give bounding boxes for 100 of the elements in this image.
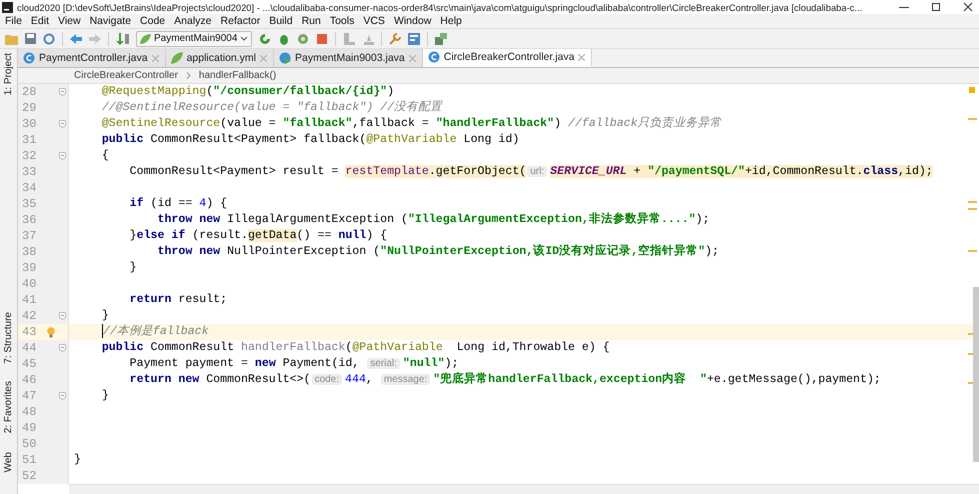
line-number: 28: [21, 85, 38, 99]
code-line: }else if (result.getData() == null) {: [128, 228, 388, 244]
editor-tab[interactable]: PaymentController.java: [18, 49, 166, 67]
code-line: throw new NullPointerException ("NullPointerException,该ID没有对应记录,空指针异常");: [156, 244, 719, 260]
menu-item[interactable]: Navigate: [90, 15, 132, 27]
stop-icon[interactable]: [316, 32, 328, 44]
line-number: 32: [21, 149, 38, 163]
code-line: CommonResult<Payment> result = restTemplate.getForObject( url: SERVICE_URL + "/paymentSQL/"+id,CommonResult.class,id);: [128, 164, 933, 180]
menu-item[interactable]: VCS: [363, 15, 385, 27]
fold-marker-icon[interactable]: [59, 88, 66, 96]
class-file-icon: [428, 51, 440, 63]
lightbulb-icon[interactable]: [47, 326, 55, 338]
line-number: 45: [21, 357, 38, 371]
menu-item[interactable]: Window: [394, 15, 432, 27]
rerun-icon[interactable]: [259, 32, 272, 44]
breadcrumb-item[interactable]: CircleBreakerController: [74, 70, 178, 81]
fold-marker-icon[interactable]: [59, 344, 66, 352]
menu-item[interactable]: Tools: [330, 15, 354, 27]
line-number: 38: [21, 245, 38, 259]
line-number: 31: [21, 133, 38, 147]
menu-item[interactable]: Run: [302, 15, 321, 27]
code-line: @SentinelResource(value = "fallback",fallback = "handlerFallback") //fallback只负责业务异常: [100, 116, 722, 132]
line-number: 52: [21, 469, 38, 483]
folder-icon[interactable]: [5, 32, 18, 44]
line-number: 43: [21, 325, 38, 339]
code-line: Payment payment = new Payment(id, serial: "null");: [128, 356, 459, 372]
line-number: 48: [21, 405, 38, 419]
menu-item[interactable]: File: [5, 15, 22, 27]
menu-item[interactable]: Build: [269, 15, 293, 27]
main-file-icon: [279, 52, 292, 64]
build-icon[interactable]: [116, 32, 129, 44]
code-line: //本例是fallback: [101, 324, 209, 340]
window-title: cloud2020 [D:\devSoft\JetBrains\IdeaProjects\cloud2020] - ...\cloudalibaba-consumer-nacos-order84\src\main\java\com\atguigu\springcloud\alibaba\controller\CircleBreakerController.java [cloudalibaba-c...: [17, 2, 864, 12]
code-line: }: [100, 388, 109, 404]
menu-item[interactable]: Code: [140, 15, 166, 27]
menu-item[interactable]: Help: [440, 15, 462, 27]
menu-item[interactable]: View: [58, 15, 81, 27]
line-number: 33: [21, 165, 38, 179]
tool-window-button[interactable]: Web: [3, 452, 14, 472]
line-number: 41: [21, 293, 38, 307]
line-number: 46: [21, 373, 38, 387]
leaf-icon: [140, 34, 151, 44]
editor-tab[interactable]: CircleBreakerController.java: [422, 49, 592, 67]
wrench-icon[interactable]: [389, 32, 402, 44]
code-line: return new CommonResult<>( code: 444, message: "兜底异常handlerFallback,exception内容 "+e.getMessage(),payment);: [128, 372, 881, 388]
editor-tab[interactable]: application.yml: [166, 49, 274, 67]
code-line: //@SentinelResource(value = "fallback") //没有配置: [100, 100, 442, 116]
horizontal-scrollbar[interactable]: [69, 484, 979, 494]
chevron-icon: [186, 72, 191, 79]
breadcrumb-item[interactable]: handlerFallback(): [198, 70, 276, 81]
code-line: @RequestMapping("/consumer/fallback/{id}"): [100, 84, 394, 100]
editor-tab[interactable]: PaymentMain9003.java: [274, 49, 423, 67]
line-number: 30: [21, 117, 38, 131]
class-file-icon: [23, 52, 35, 64]
sync-icon[interactable]: [43, 32, 55, 44]
code-line: return result;: [128, 292, 228, 308]
line-number: 34: [21, 181, 38, 195]
fold-marker-icon[interactable]: [59, 120, 66, 128]
line-number: 50: [21, 437, 38, 451]
line-number: 44: [21, 341, 38, 355]
line-number: 40: [21, 277, 38, 291]
code-line: public CommonResult<Payment> fallback(@PathVariable Long id): [100, 132, 520, 148]
code-line: if (id == 4) {: [128, 196, 228, 212]
code-line: throw new IllegalArgumentException ("IllegalArgumentException,非法参数异常....");: [156, 212, 710, 228]
line-number: 42: [21, 309, 38, 323]
close-icon[interactable]: [963, 2, 973, 12]
code-line: }: [128, 260, 137, 276]
menu-item[interactable]: Refactor: [220, 15, 260, 27]
back-arrow-icon[interactable]: [70, 32, 82, 44]
maximize-icon[interactable]: [931, 2, 941, 12]
save-icon[interactable]: [25, 33, 36, 44]
line-number: 39: [21, 261, 38, 275]
tool-window-button[interactable]: 2: Favorites: [3, 381, 14, 434]
forward-arrow-icon[interactable]: [89, 32, 101, 44]
code-line: }: [100, 308, 109, 324]
fold-marker-icon[interactable]: [59, 392, 66, 400]
tool-window-button[interactable]: 7: Structure: [3, 312, 14, 364]
fold-marker-icon[interactable]: [59, 312, 66, 320]
line-number: 49: [21, 421, 38, 435]
status-indicator-icon: [969, 87, 975, 93]
run-config-dropdown[interactable]: PaymentMain9004: [136, 30, 252, 46]
line-number: 35: [21, 197, 38, 211]
code-line: public CommonResult handlerFallback(@PathVariable Long id,Throwable e) {: [100, 340, 610, 356]
menu-item[interactable]: Edit: [30, 15, 50, 27]
line-number: 36: [21, 213, 38, 227]
code-line: }: [73, 452, 81, 468]
line-number: 29: [21, 101, 38, 115]
scrollbar-thumb[interactable]: [973, 287, 979, 462]
menu-item[interactable]: Analyze: [174, 15, 212, 27]
code-line: {: [100, 148, 109, 164]
caret-icon: [240, 36, 248, 42]
tool-window-button[interactable]: 1: Project: [3, 53, 14, 96]
yaml-file-icon: [170, 52, 183, 64]
line-number: 47: [21, 389, 38, 403]
fold-marker-icon[interactable]: [59, 152, 66, 160]
line-number: 51: [21, 453, 38, 467]
structure-icon[interactable]: [408, 32, 420, 44]
coverage-icon[interactable]: [297, 32, 310, 44]
sdk-icon[interactable]: [435, 32, 448, 44]
line-number: 37: [21, 229, 38, 243]
